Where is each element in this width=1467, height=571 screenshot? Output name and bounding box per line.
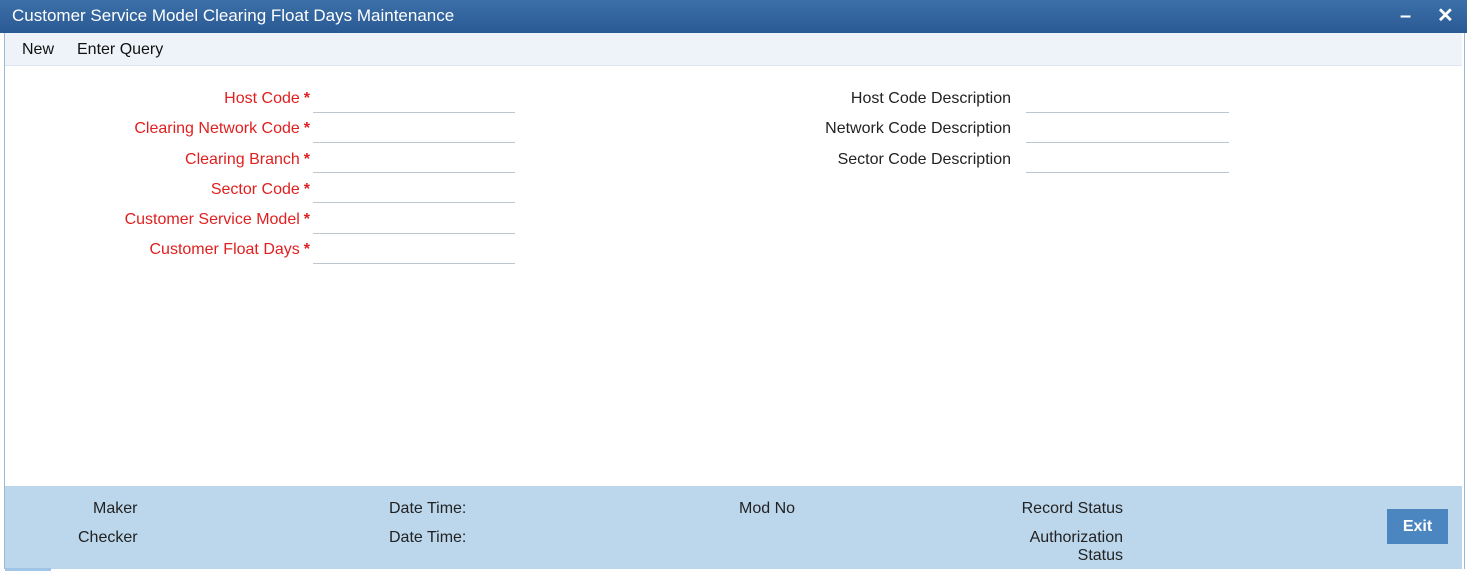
checker-label: Checker: [78, 529, 138, 546]
exit-button[interactable]: Exit: [1387, 509, 1448, 544]
host-code-description-label: Host Code Description: [850, 90, 1011, 107]
new-button[interactable]: New: [22, 41, 54, 59]
sector-code-label: Sector Code *: [210, 181, 310, 198]
clearing-branch-label: Clearing Branch *: [185, 151, 310, 168]
sector-code-description-input[interactable]: [1026, 145, 1229, 173]
window-title-bar: Customer Service Model Clearing Float Da…: [0, 0, 1467, 33]
customer-service-model-input[interactable]: [313, 206, 515, 234]
toolbar: New Enter Query: [5, 33, 1462, 66]
audit-footer: [5, 486, 1462, 569]
clearing-network-code-label: Clearing Network Code *: [134, 120, 310, 137]
record-status-label: Record Status: [1021, 500, 1123, 517]
host-code-description-input[interactable]: [1026, 85, 1229, 113]
clearing-branch-input[interactable]: [313, 145, 515, 173]
host-code-input[interactable]: [313, 85, 515, 113]
minimize-icon[interactable]: –: [1400, 4, 1411, 28]
enter-query-button[interactable]: Enter Query: [77, 41, 163, 59]
sector-code-description-label: Sector Code Description: [837, 151, 1011, 168]
clearing-network-code-input[interactable]: [313, 115, 515, 143]
checker-datetime-label: Date Time:: [389, 529, 467, 546]
customer-float-days-label: Customer Float Days *: [149, 241, 311, 258]
network-code-description-input[interactable]: [1026, 115, 1229, 143]
sector-code-input[interactable]: [313, 175, 515, 203]
window-title: Customer Service Model Clearing Float Da…: [12, 6, 455, 25]
mod-no-label: Mod No: [739, 500, 796, 517]
customer-service-model-label: Customer Service Model *: [124, 211, 310, 228]
maker-datetime-label: Date Time:: [389, 500, 467, 517]
network-code-description-label: Network Code Description: [825, 120, 1011, 137]
authorization-status-label-line2: Status: [1077, 547, 1123, 564]
close-icon[interactable]: ✕: [1437, 4, 1454, 28]
customer-float-days-input[interactable]: [313, 236, 515, 264]
maker-label: Maker: [93, 500, 138, 517]
authorization-status-label-line1: Authorization: [1029, 529, 1123, 546]
host-code-label: Host Code *: [224, 90, 310, 107]
